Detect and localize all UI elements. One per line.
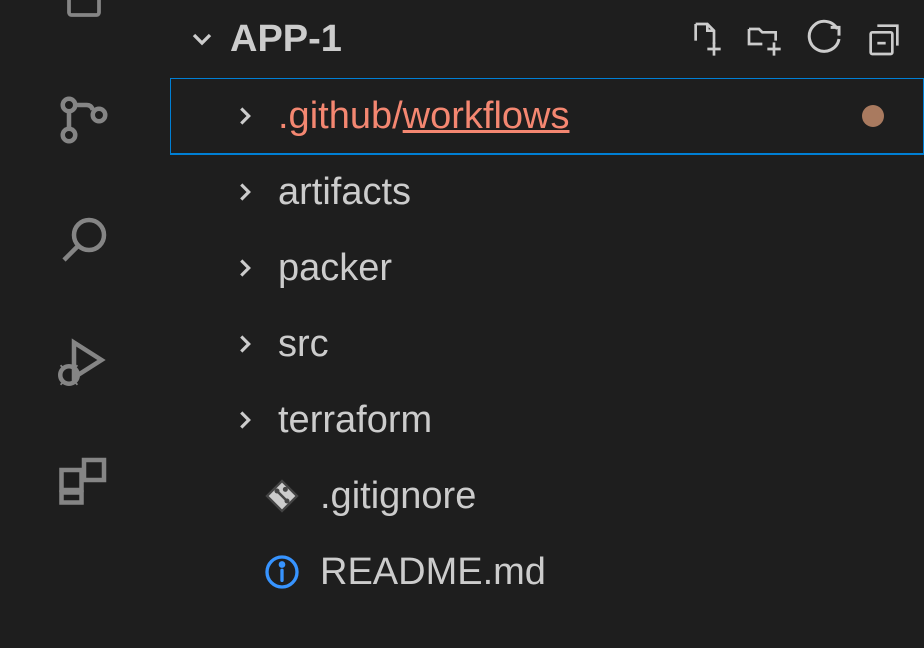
info-file-icon [262, 552, 304, 592]
tree-folder-packer[interactable]: packer [170, 230, 924, 306]
refresh-icon[interactable] [800, 15, 848, 63]
collapse-all-icon[interactable] [860, 15, 908, 63]
chevron-right-icon [230, 253, 262, 283]
explorer-header-actions [680, 15, 908, 63]
chevron-right-icon [230, 101, 262, 131]
debug-icon[interactable] [49, 325, 119, 395]
tree-folder-artifacts[interactable]: artifacts [170, 154, 924, 230]
tree-folder-terraform[interactable]: terraform [170, 382, 924, 458]
chevron-down-icon[interactable] [186, 23, 218, 55]
extensions-icon[interactable] [49, 445, 119, 515]
source-control-icon[interactable] [49, 85, 119, 155]
tree-item-label: artifacts [278, 171, 411, 214]
tree-folder-github-workflows[interactable]: .github/workflows [170, 78, 924, 154]
file-tree: .github/workflows artifacts packer [170, 78, 924, 648]
project-title: APP-1 [230, 18, 680, 61]
chevron-right-icon [230, 405, 262, 435]
tree-file-readme[interactable]: README.md [170, 534, 924, 610]
search-icon[interactable] [49, 205, 119, 275]
tree-folder-src[interactable]: src [170, 306, 924, 382]
git-file-icon [262, 476, 304, 516]
explorer-activity-icon[interactable] [49, 0, 119, 35]
chevron-right-icon [230, 329, 262, 359]
tree-item-label: terraform [278, 399, 432, 442]
tree-item-label: .github/workflows [278, 95, 569, 138]
modified-indicator [862, 105, 884, 127]
new-folder-icon[interactable] [740, 15, 788, 63]
tree-item-label: .gitignore [320, 475, 476, 518]
chevron-right-icon [230, 177, 262, 207]
explorer-sidebar: APP-1 [170, 0, 924, 648]
tree-item-label: src [278, 323, 329, 366]
tree-item-label: packer [278, 247, 392, 290]
activity-bar [0, 0, 170, 648]
tree-file-gitignore[interactable]: .gitignore [170, 458, 924, 534]
new-file-icon[interactable] [680, 15, 728, 63]
tree-item-label: README.md [320, 551, 546, 594]
explorer-header[interactable]: APP-1 [170, 0, 924, 78]
